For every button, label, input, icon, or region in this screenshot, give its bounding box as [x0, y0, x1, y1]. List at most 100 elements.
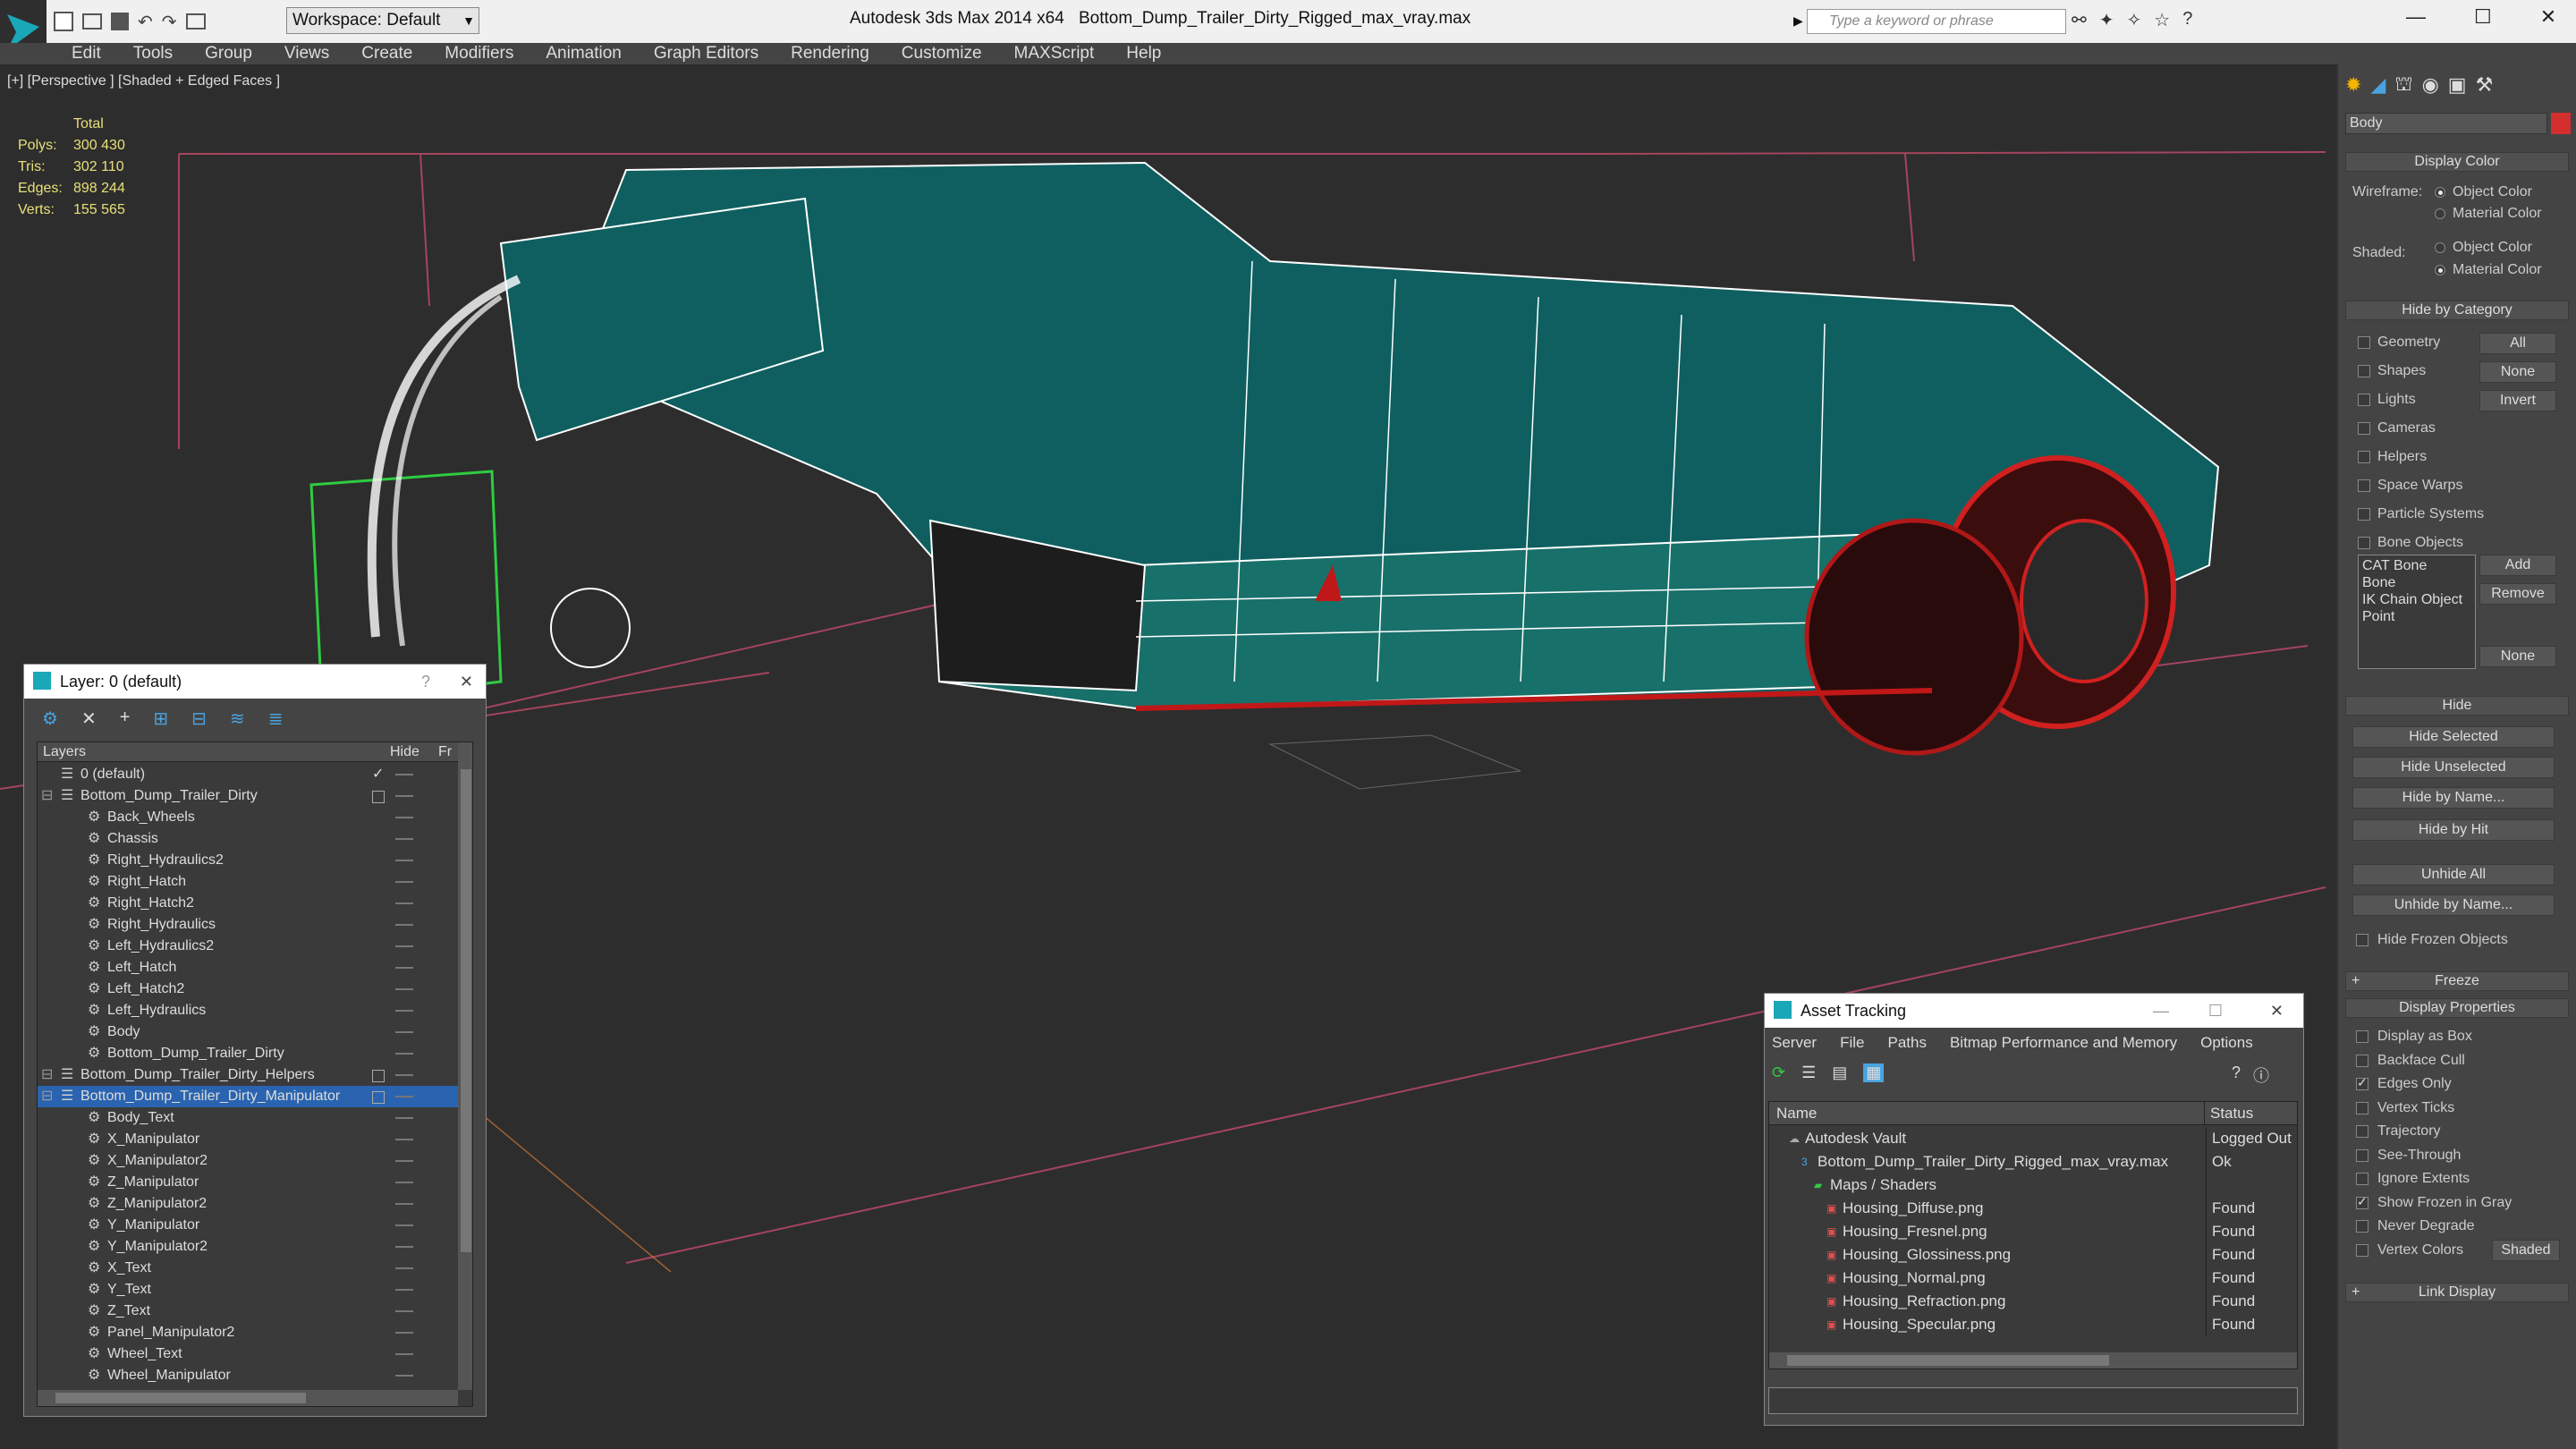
- close-icon[interactable]: ✕: [460, 665, 473, 699]
- asset-row[interactable]: ▣ Housing_Normal.png Found: [1771, 1267, 2295, 1290]
- hide-toggle[interactable]: [395, 1031, 413, 1033]
- menu-edit[interactable]: Edit: [72, 44, 101, 64]
- object-row[interactable]: ⚙ Panel_Manipulator2: [38, 1322, 458, 1343]
- help-icon[interactable]: ?: [2182, 9, 2192, 31]
- object-row[interactable]: ⚙ Right_Hatch2: [38, 893, 458, 914]
- menu-graph-editors[interactable]: Graph Editors: [654, 44, 758, 64]
- scrollbar-thumb[interactable]: [55, 1393, 306, 1403]
- hide-by-name-button[interactable]: Hide by Name...: [2352, 787, 2555, 809]
- category-checkbox-geometry[interactable]: [2358, 336, 2370, 349]
- display-checkbox-vertex-colors[interactable]: [2356, 1243, 2368, 1257]
- hide-toggle[interactable]: [395, 838, 413, 840]
- display-tab-icon[interactable]: ▣: [2448, 73, 2467, 97]
- menu-paths[interactable]: Paths: [1887, 1034, 1926, 1052]
- list-item[interactable]: Point: [2362, 608, 2471, 625]
- hide-toggle[interactable]: [395, 1117, 413, 1119]
- layer-settings-icon[interactable]: ⚙: [42, 708, 58, 730]
- add-selected-icon[interactable]: ⊞: [153, 708, 168, 730]
- all-button[interactable]: All: [2479, 333, 2556, 354]
- redo-icon[interactable]: ↷: [162, 11, 177, 33]
- hide-unselected-button[interactable]: Hide Unselected: [2352, 757, 2555, 778]
- object-row[interactable]: ⚙ Left_Hatch2: [38, 979, 458, 1000]
- hide-selected-button[interactable]: Hide Selected: [2352, 726, 2555, 748]
- hide-by-category-rollout[interactable]: Hide by Category: [2345, 301, 2569, 320]
- object-row[interactable]: ⚙ Y_Manipulator: [38, 1215, 458, 1236]
- menu-tools[interactable]: Tools: [133, 44, 173, 64]
- object-color-swatch[interactable]: [2551, 113, 2571, 134]
- asset-table[interactable]: Name Status ☁ Autodesk Vault Logged Out 3 Bo…: [1768, 1101, 2298, 1369]
- hide-toggle[interactable]: [395, 1224, 413, 1226]
- object-row[interactable]: ⚙ Left_Hydraulics2: [38, 936, 458, 957]
- menu-rendering[interactable]: Rendering: [791, 44, 869, 64]
- object-row[interactable]: ⚙ Right_Hydraulics: [38, 914, 458, 936]
- hide-toggle[interactable]: [395, 1053, 413, 1055]
- layer-row[interactable]: ⊟ ☰ Bottom_Dump_Trailer_Dirty_Helpers: [38, 1064, 458, 1086]
- object-row[interactable]: ⚙ X_Text: [38, 1258, 458, 1279]
- shaded-object-color-radio[interactable]: [2435, 242, 2445, 253]
- object-row[interactable]: ⚙ Body: [38, 1021, 458, 1043]
- info-icon[interactable]: ⓘ: [2253, 1063, 2269, 1087]
- hierarchy-tab-icon[interactable]: ⛫: [2394, 72, 2412, 98]
- save-icon[interactable]: [111, 13, 129, 30]
- scrollbar-thumb[interactable]: [1787, 1355, 2109, 1366]
- menu-server[interactable]: Server: [1772, 1034, 1817, 1052]
- asset-row[interactable]: ▰ Maps / Shaders: [1771, 1174, 2295, 1197]
- hide-toggle[interactable]: [395, 902, 413, 904]
- layer-row[interactable]: ⊟ ☰ Bottom_Dump_Trailer_Dirty: [38, 785, 458, 807]
- hide-toggle[interactable]: [395, 881, 413, 883]
- object-row[interactable]: ⚙ Y_Manipulator2: [38, 1236, 458, 1258]
- category-checkbox-shapes[interactable]: [2358, 365, 2370, 377]
- freeze-rollout[interactable]: + Freeze: [2345, 971, 2569, 991]
- asset-row[interactable]: ▣ Housing_Fresnel.png Found: [1771, 1220, 2295, 1243]
- undo-icon[interactable]: ↶: [138, 11, 153, 33]
- display-checkbox-edges-only[interactable]: [2356, 1075, 2368, 1090]
- hide-toggle[interactable]: [395, 988, 413, 990]
- hide-toggle[interactable]: [395, 1010, 413, 1012]
- menu-help[interactable]: Help: [1126, 44, 1161, 64]
- object-row[interactable]: ⚙ Z_Text: [38, 1301, 458, 1322]
- hide-toggle[interactable]: [395, 795, 413, 797]
- asset-window-titlebar[interactable]: Asset Tracking — ☐ ✕: [1765, 994, 2303, 1028]
- menu-bitmap-performance[interactable]: Bitmap Performance and Memory: [1950, 1034, 2177, 1052]
- hide-toggle[interactable]: [395, 1332, 413, 1334]
- asset-row[interactable]: ▣ Housing_Glossiness.png Found: [1771, 1243, 2295, 1267]
- search-input[interactable]: ▶ Type a keyword or phrase: [1793, 9, 2066, 34]
- highlight-layer-icon[interactable]: ≋: [230, 708, 245, 730]
- menu-group[interactable]: Group: [205, 44, 252, 64]
- none-list-button[interactable]: None: [2479, 646, 2556, 667]
- help-icon[interactable]: ?: [2232, 1063, 2241, 1087]
- close-icon[interactable]: ✕: [2270, 994, 2284, 1028]
- object-row[interactable]: ⚙ Right_Hatch: [38, 871, 458, 893]
- object-row[interactable]: ⚙ Bottom_Dump_Trailer_Dirty: [38, 1043, 458, 1064]
- menu-modifiers[interactable]: Modifiers: [445, 44, 513, 64]
- hide-toggle[interactable]: [395, 1289, 413, 1291]
- scrollbar-thumb[interactable]: [461, 769, 471, 1252]
- table-view-icon[interactable]: ▤: [1832, 1063, 1847, 1082]
- display-color-rollout[interactable]: Display Color: [2345, 152, 2569, 172]
- maximize-icon[interactable]: ☐: [2474, 5, 2492, 29]
- viewport-label[interactable]: [+] [Perspective ] [Shaded + Edged Faces…: [7, 73, 280, 89]
- hide-toggle[interactable]: [395, 1074, 413, 1076]
- invert-button[interactable]: Invert: [2479, 390, 2556, 411]
- category-checkbox-particle-systems[interactable]: [2358, 508, 2370, 521]
- unhide-all-button[interactable]: Unhide All: [2352, 864, 2555, 886]
- current-layer-check-icon[interactable]: ✓: [372, 764, 385, 782]
- motion-tab-icon[interactable]: ◉: [2422, 73, 2439, 97]
- exchange-icon[interactable]: ✧: [2127, 9, 2142, 31]
- utilities-tab-icon[interactable]: ⚒: [2476, 73, 2494, 97]
- list-item[interactable]: Bone: [2362, 574, 2471, 591]
- hide-rollout[interactable]: Hide: [2345, 696, 2569, 716]
- object-row[interactable]: ⚙ Y_Text: [38, 1279, 458, 1301]
- object-row[interactable]: ⚙ Z_Manipulator: [38, 1172, 458, 1193]
- maximize-icon[interactable]: ☐: [2208, 994, 2223, 1028]
- asset-tracking-window[interactable]: Asset Tracking — ☐ ✕ Server File Paths B…: [1764, 993, 2304, 1426]
- wireframe-material-color-radio[interactable]: [2435, 208, 2445, 219]
- asset-row[interactable]: ▣ Housing_Diffuse.png Found: [1771, 1197, 2295, 1220]
- shaded-button[interactable]: Shaded: [2492, 1240, 2560, 1261]
- horizontal-scrollbar[interactable]: [1769, 1352, 2297, 1368]
- add-button[interactable]: Add: [2479, 555, 2556, 576]
- hide-toggle[interactable]: [395, 1267, 413, 1269]
- hide-frozen-checkbox[interactable]: [2356, 934, 2368, 946]
- hide-all-icon[interactable]: ≣: [268, 708, 284, 730]
- menu-file[interactable]: File: [1840, 1034, 1864, 1052]
